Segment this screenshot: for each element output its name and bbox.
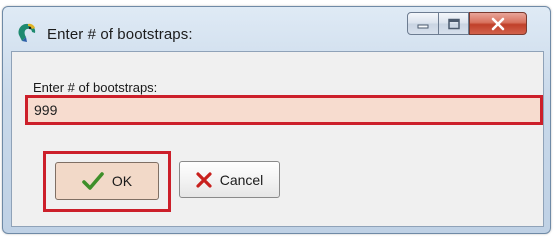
bootstraps-input-value: 999 <box>34 102 58 118</box>
ok-button-label: OK <box>111 173 133 189</box>
dialog-body: Enter # of bootstraps: 999 OK <box>11 51 544 227</box>
maximize-button[interactable] <box>439 12 469 35</box>
window-title: Enter # of bootstraps: <box>47 26 193 43</box>
minimize-icon <box>417 24 429 28</box>
bootstraps-input[interactable]: 999 <box>25 95 543 125</box>
cancel-button-label: Cancel <box>219 171 264 188</box>
checkmark-icon <box>82 172 104 190</box>
ok-highlight-box: OK <box>43 151 171 212</box>
x-mark-icon <box>196 171 212 188</box>
bootstraps-label: Enter # of bootstraps: <box>33 80 158 95</box>
parrot-icon <box>18 23 36 42</box>
maximize-icon <box>447 18 460 29</box>
close-icon <box>491 17 505 30</box>
dialog-window: Enter # of bootstraps: Enter # of bootst… <box>2 6 551 234</box>
cancel-button[interactable]: Cancel <box>179 161 280 198</box>
close-button[interactable] <box>469 12 527 35</box>
minimize-button[interactable] <box>407 12 439 35</box>
title-bar[interactable]: Enter # of bootstraps: <box>3 7 550 51</box>
ok-button[interactable]: OK <box>55 162 159 200</box>
